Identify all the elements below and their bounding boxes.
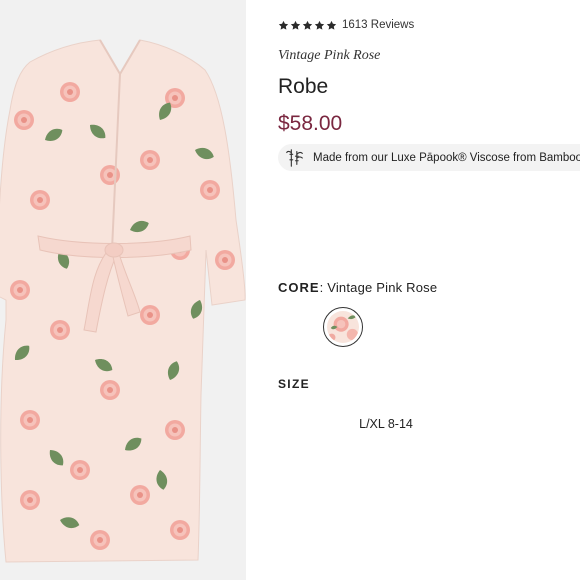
star-icon bbox=[314, 20, 325, 30]
size-option-l-xl[interactable]: L/XL 8-14 bbox=[351, 404, 421, 444]
color-swatch-vintage-pink-rose[interactable] bbox=[323, 307, 363, 347]
star-icon bbox=[290, 20, 301, 30]
product-image[interactable] bbox=[0, 0, 246, 580]
star-icon bbox=[302, 20, 313, 30]
star-icon bbox=[326, 20, 337, 30]
size-label: SIZE bbox=[278, 377, 310, 391]
product-price: $58.00 bbox=[278, 112, 343, 135]
fabric-text: Made from our Luxe Pāpook® Viscose from … bbox=[313, 151, 580, 164]
rating-row[interactable]: 1613 Reviews bbox=[278, 19, 414, 31]
floral-swatch bbox=[327, 311, 359, 343]
robe-illustration bbox=[0, 39, 246, 563]
reviews-link[interactable]: 1613 Reviews bbox=[342, 19, 414, 31]
core-color-label: CORE: Vintage Pink Rose bbox=[278, 280, 438, 295]
rating-stars bbox=[278, 20, 337, 31]
collection-name: Vintage Pink Rose bbox=[278, 48, 381, 63]
bamboo-icon bbox=[286, 148, 303, 167]
product-title: Robe bbox=[278, 75, 329, 98]
product-details: 1613 Reviews Vintage Pink Rose Robe $58.… bbox=[278, 0, 580, 580]
core-color-value: Vintage Pink Rose bbox=[327, 280, 438, 295]
star-icon bbox=[278, 20, 289, 30]
fabric-badge: Made from our Luxe Pāpook® Viscose from … bbox=[278, 144, 580, 171]
